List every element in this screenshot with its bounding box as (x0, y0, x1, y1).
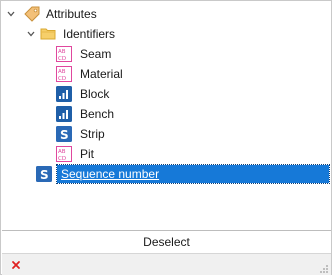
tree-node-sequence-number[interactable]: S Sequence number (36, 164, 330, 184)
status-bar (2, 254, 331, 275)
text-field-icon: AB CD (56, 46, 72, 62)
tree-node-label: Bench (80, 107, 115, 121)
tree-node-label: Attributes (46, 7, 97, 21)
numeric-field-icon (56, 86, 72, 102)
tree-node-pit[interactable]: AB CD Pit (56, 144, 306, 164)
collapse-chevron-icon[interactable] (26, 29, 36, 39)
text-field-icon: AB CD (56, 146, 72, 162)
tree-node-block[interactable]: Block (56, 84, 306, 104)
tree-node-label: Block (80, 87, 110, 101)
svg-text:AB: AB (58, 149, 66, 155)
tree-node-label: Identifiers (63, 27, 116, 41)
svg-text:CD: CD (58, 56, 66, 62)
folder-icon (40, 26, 56, 42)
text-field-icon: AB CD (56, 66, 72, 82)
tree-node-bench[interactable]: Bench (56, 104, 306, 124)
svg-text:S: S (60, 128, 69, 142)
tree-node-seam[interactable]: AB CD Seam (56, 44, 306, 64)
tree-node-label: Pit (80, 147, 95, 161)
svg-text:AB: AB (58, 49, 66, 55)
svg-text:S: S (40, 168, 49, 182)
tree-node-label: Seam (80, 47, 112, 61)
close-icon[interactable] (11, 259, 21, 269)
deselect-label: Deselect (143, 235, 190, 249)
attributes-panel: Attributes Identifiers AB CD Seam AB CD … (0, 0, 332, 275)
resize-grip-icon[interactable] (319, 263, 329, 273)
selection-highlight[interactable]: Sequence number (56, 164, 330, 184)
svg-text:AB: AB (58, 69, 66, 75)
tree-node-identifiers[interactable]: Identifiers (26, 24, 306, 44)
tree-node-label: Sequence number (61, 167, 160, 181)
sequence-field-icon: S (56, 126, 72, 142)
deselect-button[interactable]: Deselect (2, 230, 331, 254)
sequence-field-icon: S (36, 166, 52, 182)
tag-icon (23, 5, 41, 23)
svg-text:CD: CD (58, 76, 66, 82)
svg-text:CD: CD (58, 156, 66, 162)
numeric-field-icon (56, 106, 72, 122)
collapse-chevron-icon[interactable] (6, 9, 16, 19)
tree-node-label: Material (80, 67, 123, 81)
attribute-tree[interactable]: Attributes Identifiers AB CD Seam AB CD … (2, 2, 331, 229)
tree-node-strip[interactable]: S Strip (56, 124, 306, 144)
tree-node-label: Strip (80, 127, 105, 141)
tree-node-attributes[interactable]: Attributes (6, 4, 306, 24)
tree-node-material[interactable]: AB CD Material (56, 64, 306, 84)
